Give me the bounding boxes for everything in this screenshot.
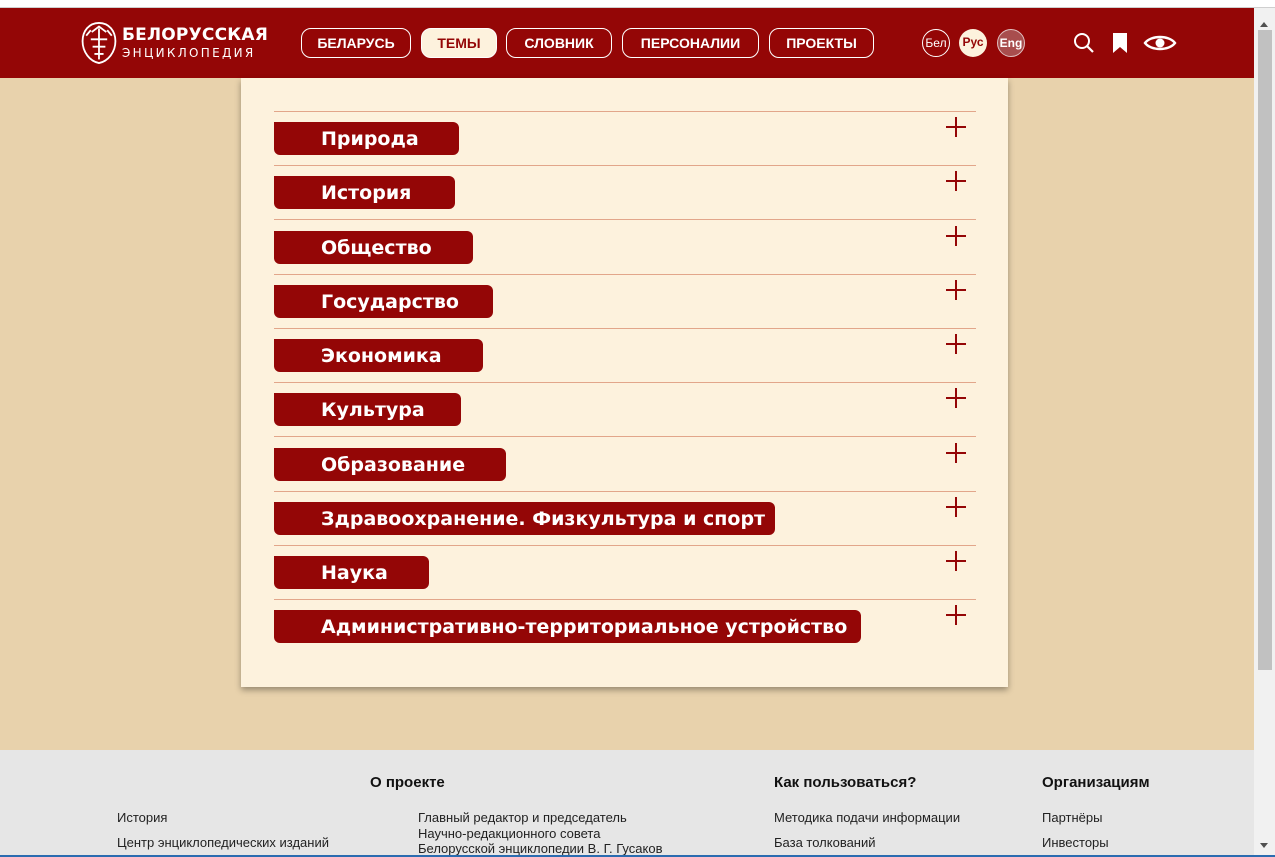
footer-orgs-title: Организациям: [1042, 774, 1150, 791]
page-scrollbar[interactable]: [1254, 8, 1275, 857]
lang-rus[interactable]: Рус: [959, 29, 987, 57]
site-logo[interactable]: БЕЛОРУССКАЯ ЭНЦИКЛОПЕДИЯ: [78, 16, 268, 70]
site-header: БЕЛОРУССКАЯ ЭНЦИКЛОПЕДИЯ БЕЛАРУСЬ ТЕМЫ С…: [0, 8, 1254, 78]
topic-label[interactable]: Культура: [274, 393, 461, 426]
topic-label[interactable]: Здравоохранение. Физкультура и спорт: [274, 502, 775, 535]
topic-row-education[interactable]: Образование: [274, 438, 976, 492]
footer-howto-title: Как пользоваться?: [774, 774, 917, 791]
scrollbar-thumb[interactable]: [1258, 30, 1272, 670]
footer-link-editor-3[interactable]: Белорусской энциклопедии В. Г. Гусаков: [418, 841, 662, 856]
plus-icon[interactable]: [946, 443, 966, 463]
logo-title: БЕЛОРУССКАЯ: [121, 25, 268, 45]
footer-link-editor-2[interactable]: Научно-редакционного совета: [418, 826, 600, 841]
topic-label[interactable]: Административно-территориальное устройст…: [274, 610, 861, 643]
footer-link-investors[interactable]: Инвесторы: [1042, 835, 1109, 850]
search-icon[interactable]: [1073, 32, 1095, 54]
topic-label[interactable]: Общество: [274, 231, 473, 264]
plus-icon[interactable]: [946, 226, 966, 246]
plus-icon[interactable]: [946, 388, 966, 408]
footer-link-history[interactable]: История: [117, 810, 167, 825]
encyclopedia-emblem-icon: [81, 22, 117, 65]
bookmark-icon[interactable]: [1112, 32, 1128, 54]
topic-label[interactable]: Природа: [274, 122, 459, 155]
topic-row-economy[interactable]: Экономика: [274, 329, 976, 383]
nav-glossary[interactable]: СЛОВНИК: [506, 28, 612, 58]
nav-projects[interactable]: ПРОЕКТЫ: [769, 28, 874, 58]
topic-label[interactable]: Наука: [274, 556, 429, 589]
topic-row-admin-division[interactable]: Административно-территориальное устройст…: [274, 600, 976, 654]
site-footer: О проекте Как пользоваться? Организациям…: [0, 750, 1254, 857]
plus-icon[interactable]: [946, 334, 966, 354]
nav-topics[interactable]: ТЕМЫ: [421, 28, 497, 58]
browser-top-edge: [0, 0, 1275, 8]
topic-row-culture[interactable]: Культура: [274, 383, 976, 437]
topic-row-state[interactable]: Государство: [274, 275, 976, 329]
topic-label[interactable]: Государство: [274, 285, 493, 318]
topic-row-science[interactable]: Наука: [274, 546, 976, 600]
topic-row-history[interactable]: История: [274, 166, 976, 220]
topic-row-society[interactable]: Общество: [274, 221, 976, 275]
topics-panel: Природа История Общество Государство Эко…: [241, 78, 1008, 687]
scroll-up-arrow-icon[interactable]: [1260, 22, 1268, 27]
footer-link-definitions[interactable]: База толкований: [774, 835, 876, 850]
nav-persons[interactable]: ПЕРСОНАЛИИ: [622, 28, 759, 58]
plus-icon[interactable]: [946, 280, 966, 300]
lang-eng[interactable]: Eng: [997, 29, 1025, 57]
plus-icon[interactable]: [946, 497, 966, 517]
topic-row-healthcare[interactable]: Здравоохранение. Физкультура и спорт: [274, 492, 976, 546]
eye-icon[interactable]: [1143, 33, 1177, 53]
topic-label[interactable]: История: [274, 176, 455, 209]
topic-label[interactable]: Образование: [274, 448, 506, 481]
topic-label[interactable]: Экономика: [274, 339, 483, 372]
footer-link-editor-1[interactable]: Главный редактор и председатель: [418, 810, 627, 825]
scroll-down-arrow-icon[interactable]: [1260, 843, 1268, 848]
footer-about-title: О проекте: [370, 774, 445, 791]
nav-belarus[interactable]: БЕЛАРУСЬ: [301, 28, 411, 58]
plus-icon[interactable]: [946, 117, 966, 137]
footer-link-methodology[interactable]: Методика подачи информации: [774, 810, 960, 825]
plus-icon[interactable]: [946, 171, 966, 191]
footer-link-partners[interactable]: Партнёры: [1042, 810, 1102, 825]
logo-subtitle: ЭНЦИКЛОПЕДИЯ: [121, 46, 256, 60]
plus-icon[interactable]: [946, 551, 966, 571]
lang-bel[interactable]: Бел: [922, 29, 950, 57]
footer-link-center[interactable]: Центр энциклопедических изданий: [117, 835, 329, 850]
topic-row-nature[interactable]: Природа: [274, 112, 976, 166]
plus-icon[interactable]: [946, 605, 966, 625]
